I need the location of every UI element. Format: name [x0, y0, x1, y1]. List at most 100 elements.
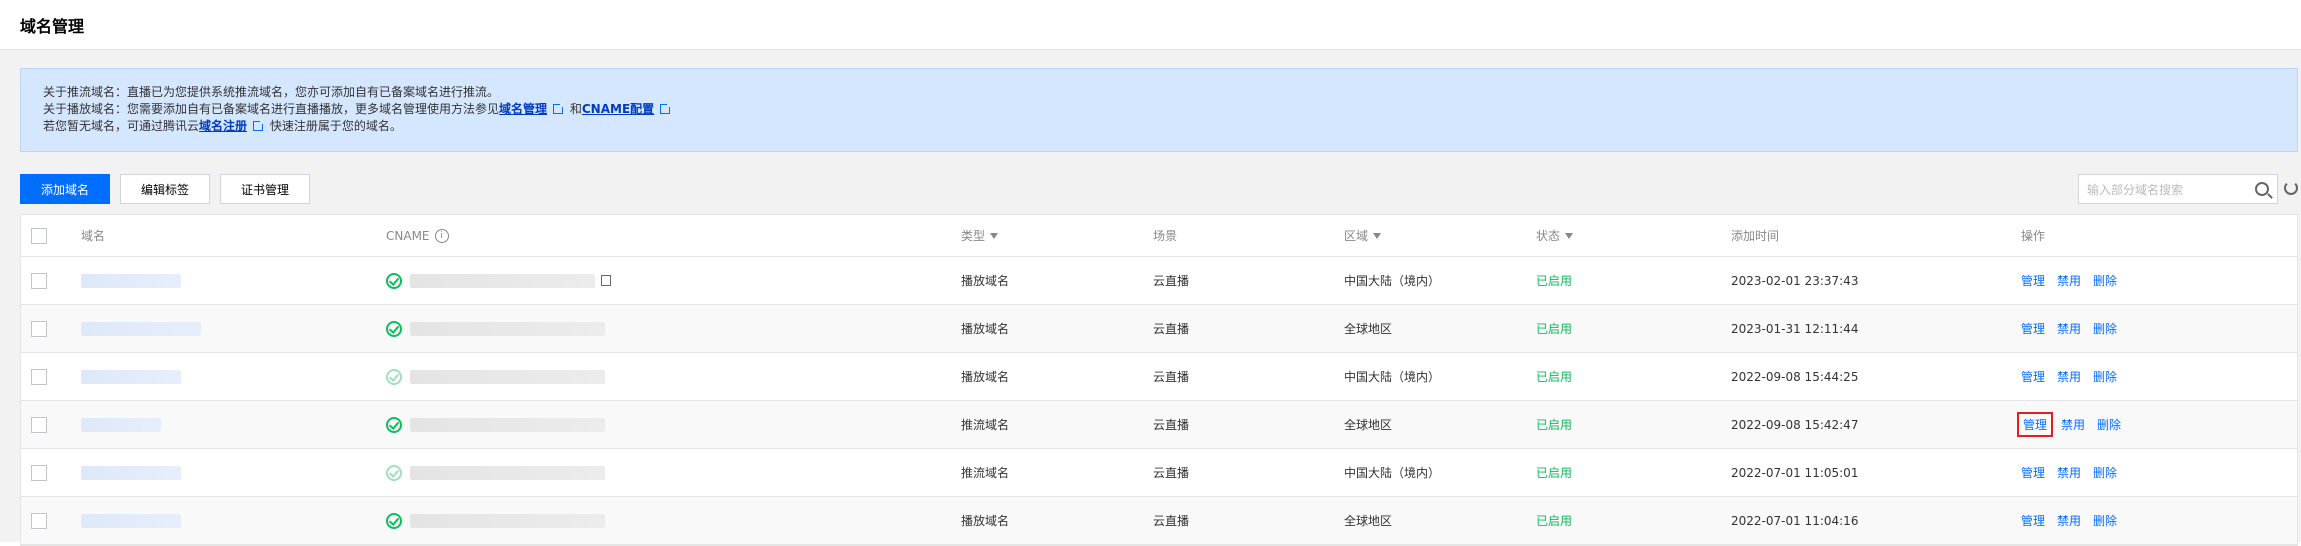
manage-link[interactable]: 管理: [2016, 412, 2054, 437]
filter-icon[interactable]: [1373, 232, 1382, 239]
added-time: 2022-07-01 11:05:01: [1731, 465, 1859, 480]
domain-register-link[interactable]: 域名注册: [199, 119, 247, 133]
manage-link[interactable]: 管理: [2021, 320, 2045, 337]
added-time: 2023-01-31 12:11:44: [1731, 321, 1859, 336]
check-circle-icon: [386, 320, 402, 337]
check-circle-icon: [386, 272, 402, 289]
domain-scene: 云直播: [1153, 322, 1190, 336]
domain-name-redacted[interactable]: [81, 273, 181, 288]
row-checkbox[interactable]: [31, 464, 47, 481]
table-row: 播放域名 云直播 中国大陆（境内） 已启用 2023-02-01 23:37:4…: [21, 257, 2297, 305]
copy-icon[interactable]: [601, 275, 611, 286]
header-cname: CNAME i: [386, 215, 449, 256]
filter-icon[interactable]: [990, 232, 999, 239]
status-badge: 已启用: [1536, 418, 1573, 432]
cname-redacted: [410, 369, 605, 384]
header-ops: 操作: [2021, 229, 2046, 243]
select-all-checkbox[interactable]: [31, 227, 47, 244]
domain-name-redacted[interactable]: [81, 465, 181, 480]
cname-redacted: [410, 273, 595, 288]
cert-manage-button[interactable]: 证书管理: [220, 174, 311, 204]
domain-name-redacted[interactable]: [81, 513, 181, 528]
row-checkbox[interactable]: [31, 320, 47, 337]
domain-region: 中国大陆（境内）: [1344, 466, 1441, 480]
status-badge: 已启用: [1536, 466, 1573, 480]
check-circle-icon: [386, 368, 402, 385]
disable-link[interactable]: 禁用: [2057, 464, 2081, 481]
notice-line-2-text: 关于播放域名：您需要添加自有已备案域名进行直播播放，更多域名管理使用方法参见: [43, 102, 500, 116]
search-input[interactable]: 输入部分域名搜索: [2078, 174, 2278, 204]
domain-table: 域名 CNAME i 类型 场景 区域 状态 添加时间 操作 播放域名 云直播 中…: [20, 214, 2298, 546]
domain-type: 播放域名: [961, 322, 1010, 336]
toolbar: 添加域名 编辑标签 证书管理 输入部分域名搜索: [20, 174, 2298, 204]
disable-link[interactable]: 禁用: [2057, 272, 2081, 289]
check-circle-icon: [386, 416, 402, 433]
added-time: 2022-07-01 11:04:16: [1731, 513, 1859, 528]
table-row: 推流域名 云直播 全球地区 已启用 2022-09-08 15:42:47 管理…: [21, 401, 2297, 449]
table-header-row: 域名 CNAME i 类型 场景 区域 状态 添加时间 操作: [21, 215, 2297, 257]
notice-line-1: 关于推流域名：直播已为您提供系统推流域名，您亦可添加自有已备案域名进行推流。: [43, 85, 500, 99]
edit-tags-button[interactable]: 编辑标签: [120, 174, 211, 204]
main-content: 关于推流域名：直播已为您提供系统推流域名，您亦可添加自有已备案域名进行推流。 关…: [0, 50, 2301, 546]
domain-type: 推流域名: [961, 418, 1010, 432]
cname-redacted: [410, 417, 605, 432]
search-icon[interactable]: [2255, 182, 2269, 196]
info-notice: 关于推流域名：直播已为您提供系统推流域名，您亦可添加自有已备案域名进行推流。 关…: [20, 68, 2298, 152]
header-scene: 场景: [1153, 229, 1178, 243]
table-row: 播放域名 云直播 中国大陆（境内） 已启用 2022-09-08 15:44:2…: [21, 353, 2297, 401]
row-checkbox[interactable]: [31, 512, 47, 529]
page-header: 域名管理: [0, 0, 2301, 50]
cname-redacted: [410, 513, 605, 528]
delete-link[interactable]: 删除: [2093, 272, 2117, 289]
disable-link[interactable]: 禁用: [2057, 512, 2081, 529]
info-icon[interactable]: i: [434, 228, 449, 243]
header-region[interactable]: 区域: [1344, 215, 1382, 256]
added-time: 2022-09-08 15:42:47: [1731, 417, 1859, 432]
page-title: 域名管理: [20, 16, 85, 36]
header-type[interactable]: 类型: [961, 215, 999, 256]
domain-scene: 云直播: [1153, 466, 1190, 480]
row-checkbox[interactable]: [31, 272, 47, 289]
header-region-label: 区域: [1344, 229, 1369, 243]
delete-link[interactable]: 删除: [2093, 368, 2117, 385]
notice-line-2: 关于播放域名：您需要添加自有已备案域名进行直播播放，更多域名管理使用方法参见域名…: [43, 101, 2275, 118]
delete-link[interactable]: 删除: [2093, 320, 2117, 337]
manage-link[interactable]: 管理: [2021, 464, 2045, 481]
disable-link[interactable]: 禁用: [2057, 320, 2081, 337]
manage-link[interactable]: 管理: [2021, 512, 2045, 529]
domain-name-redacted[interactable]: [81, 321, 201, 336]
status-badge: 已启用: [1536, 370, 1573, 384]
cname-config-link[interactable]: CNAME配置: [582, 102, 654, 116]
domain-region: 全球地区: [1344, 418, 1393, 432]
added-time: 2023-02-01 23:37:43: [1731, 273, 1859, 288]
refresh-icon[interactable]: [2284, 181, 2298, 195]
domain-type: 推流域名: [961, 466, 1010, 480]
domain-type: 播放域名: [961, 370, 1010, 384]
delete-link[interactable]: 删除: [2093, 464, 2117, 481]
status-badge: 已启用: [1536, 514, 1573, 528]
manage-link[interactable]: 管理: [2021, 272, 2045, 289]
domain-name-redacted[interactable]: [81, 369, 181, 384]
cname-redacted: [410, 465, 605, 480]
domain-scene: 云直播: [1153, 274, 1190, 288]
manage-link[interactable]: 管理: [2021, 368, 2045, 385]
filter-icon[interactable]: [1565, 232, 1574, 239]
row-checkbox[interactable]: [31, 368, 47, 385]
delete-link[interactable]: 删除: [2097, 416, 2121, 433]
delete-link[interactable]: 删除: [2093, 512, 2117, 529]
domain-region: 全球地区: [1344, 514, 1393, 528]
add-domain-button[interactable]: 添加域名: [20, 174, 111, 204]
search-placeholder: 输入部分域名搜索: [2087, 182, 2184, 197]
row-checkbox[interactable]: [31, 416, 47, 433]
domain-type: 播放域名: [961, 274, 1010, 288]
disable-link[interactable]: 禁用: [2061, 416, 2085, 433]
domain-scene: 云直播: [1153, 514, 1190, 528]
notice-line-3-text: 若您暂无域名，可通过腾讯云: [43, 119, 200, 133]
disable-link[interactable]: 禁用: [2057, 368, 2081, 385]
domain-name-redacted[interactable]: [81, 417, 161, 432]
header-status[interactable]: 状态: [1536, 215, 1574, 256]
notice-line-3: 若您暂无域名，可通过腾讯云域名注册 快速注册属于您的域名。: [43, 118, 2275, 135]
domain-manage-link[interactable]: 域名管理: [499, 102, 547, 116]
table-row: 播放域名 云直播 全球地区 已启用 2022-07-01 11:04:16 管理…: [21, 497, 2297, 545]
external-link-icon: [660, 102, 673, 114]
